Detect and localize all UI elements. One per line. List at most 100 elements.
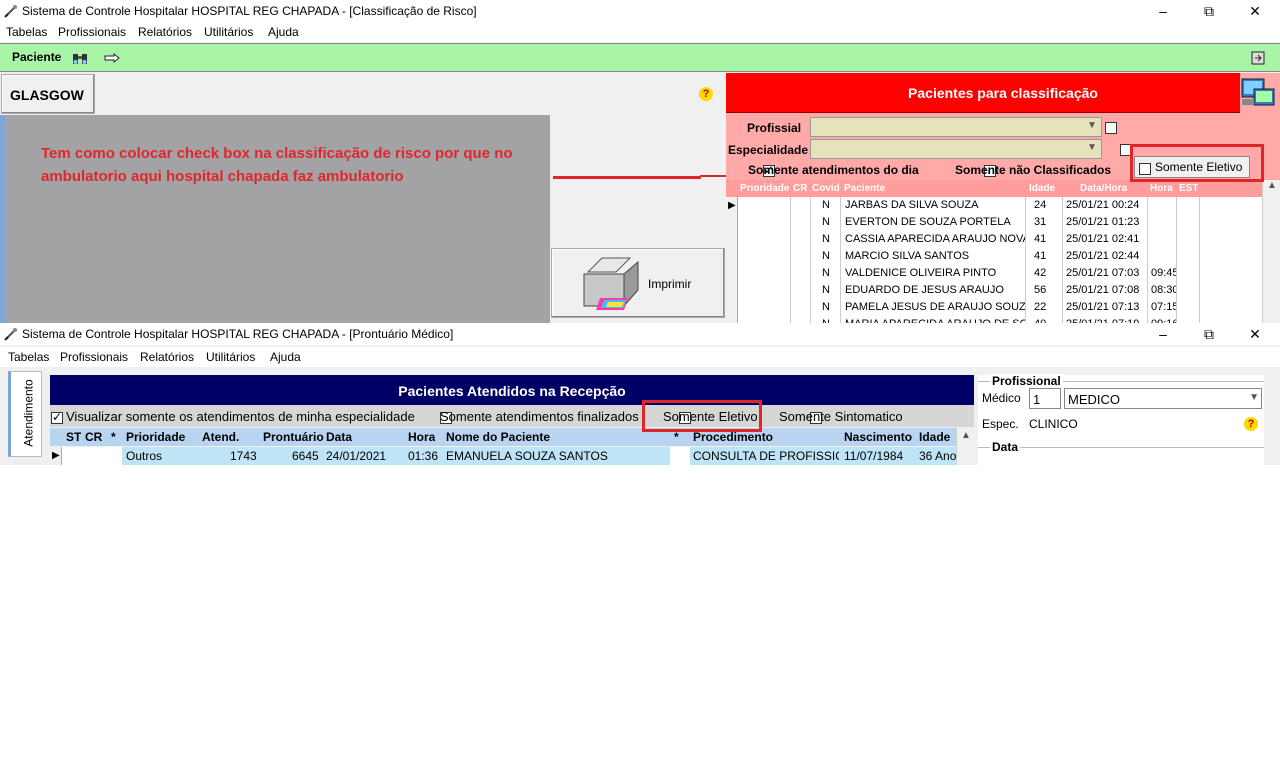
title-bar: Sistema de Controle Hospitalar HOSPITAL …: [0, 0, 1280, 22]
menu-profissionais[interactable]: Profissionais: [58, 25, 126, 39]
finalizados-label[interactable]: Somente atendimentos finalizados: [440, 409, 639, 424]
menu-profissionais[interactable]: Profissionais: [60, 350, 128, 364]
help-icon[interactable]: ?: [1244, 417, 1258, 431]
cell-covid: N: [822, 284, 830, 296]
cell-idade: 24: [1034, 199, 1047, 211]
profissional-combo[interactable]: ▼: [810, 117, 1102, 137]
especialidade-label[interactable]: Visualizar somente os atendimentos de mi…: [66, 409, 415, 424]
annotation-line: [553, 176, 701, 179]
computer-network-icon[interactable]: [1240, 75, 1276, 111]
table-row[interactable]: N MARCIO SILVA SANTOS 41 25/01/21 02:44: [726, 248, 1262, 265]
menu-tabelas[interactable]: Tabelas: [6, 25, 47, 39]
menu-relatorios[interactable]: Relatórios: [138, 25, 192, 39]
profissional-checkbox[interactable]: [1105, 121, 1117, 134]
annotation-text: Tem como colocar check box na classifica…: [41, 145, 513, 185]
menu-ajuda[interactable]: Ajuda: [270, 350, 301, 364]
col-covid[interactable]: Covid: [812, 183, 840, 194]
col-data[interactable]: Data: [326, 430, 352, 444]
cell-covid: N: [822, 199, 830, 211]
menu-utilitarios[interactable]: Utilitários: [206, 350, 255, 364]
glasgow-button[interactable]: GLASGOW: [1, 74, 95, 114]
table-row[interactable]: ▶ Outros 1743 6645 24/01/2021 01:36 EMAN…: [50, 447, 956, 465]
minimize-button[interactable]: –: [1140, 325, 1186, 343]
cell-paciente: PAMELA JESUS DE ARAUJO SOUZA: [845, 301, 1025, 313]
col-nascimento[interactable]: Nascimento: [844, 430, 912, 444]
cell-paciente: EDUARDO DE JESUS ARAUJO: [845, 284, 1004, 296]
menu-relatorios[interactable]: Relatórios: [140, 350, 194, 364]
pointing-hand-icon[interactable]: [104, 50, 120, 66]
scroll-up-icon[interactable]: ▲: [1267, 180, 1277, 191]
col-datahora[interactable]: Data/Hora: [1080, 183, 1127, 194]
pacientes-grid-header: ST CR * Prioridade Atend. Prontuário Dat…: [50, 428, 956, 446]
grid-scrollbar[interactable]: ▲: [956, 428, 974, 465]
medico-select[interactable]: MEDICO ▼: [1064, 388, 1262, 409]
cell-datahora: 25/01/21 07:08: [1066, 284, 1140, 296]
cell-idade: 31: [1034, 216, 1047, 228]
highlight-box-eletivo: [1130, 144, 1264, 182]
col-star-2[interactable]: *: [674, 430, 679, 444]
cell-idade: 36 Anos: [919, 449, 956, 463]
cell-datahora: 25/01/21 07:03: [1066, 267, 1140, 279]
col-nome[interactable]: Nome do Paciente: [446, 430, 550, 444]
classificacao-risco-window: Sistema de Controle Hospitalar HOSPITAL …: [0, 0, 1280, 323]
col-est[interactable]: EST: [1179, 183, 1198, 194]
table-row[interactable]: N VALDENICE OLIVEIRA PINTO 42 25/01/21 07:0…: [726, 265, 1262, 282]
table-row[interactable]: N JARBAS DA SILVA SOUZA 24 25/01/21 00:24: [726, 197, 1262, 214]
table-row[interactable]: N EVERTON DE SOUZA PORTELA 31 25/01/21 01:2…: [726, 214, 1262, 231]
classificacao-grid[interactable]: ▶ N JARBAS DA SILVA SOUZA 24 25/01/21 00:24…: [726, 197, 1262, 323]
col-hora[interactable]: Hora: [408, 430, 435, 444]
col-idade[interactable]: Idade: [1029, 183, 1055, 194]
table-row[interactable]: N CASSIA APARECIDA ARAUJO NOVA 41 25/01/21 …: [726, 231, 1262, 248]
restore-button[interactable]: ⧉: [1186, 2, 1232, 20]
col-prontuario[interactable]: Prontuário: [263, 430, 324, 444]
close-button[interactable]: ✕: [1232, 2, 1278, 20]
cell-datahora: 25/01/21 01:23: [1066, 216, 1140, 228]
col-prioridade[interactable]: Prioridade: [740, 183, 789, 194]
col-cr[interactable]: CR: [793, 183, 807, 194]
minimize-button[interactable]: –: [1140, 2, 1186, 20]
imprimir-button[interactable]: Imprimir: [551, 248, 725, 318]
menu-utilitarios[interactable]: Utilitários: [204, 25, 253, 39]
cell-hora: 07:15: [1151, 301, 1176, 313]
somente-dia-label[interactable]: Somente atendimentos do dia: [748, 163, 919, 177]
medico-label: Médico: [982, 391, 1021, 405]
col-procedimento[interactable]: Procedimento: [693, 430, 773, 444]
tab-atendimento[interactable]: Atendimento: [8, 371, 42, 457]
col-hora[interactable]: Hora: [1150, 183, 1173, 194]
exit-icon[interactable]: [1250, 50, 1266, 66]
scroll-up-icon[interactable]: ▲: [961, 430, 971, 441]
restore-button[interactable]: ⧉: [1186, 325, 1232, 343]
col-paciente[interactable]: Paciente: [844, 183, 885, 194]
chevron-down-icon[interactable]: ▼: [1249, 392, 1259, 403]
col-cr[interactable]: CR: [85, 430, 102, 444]
especialidade-checkbox[interactable]: [51, 410, 63, 424]
col-prioridade[interactable]: Prioridade: [126, 430, 185, 444]
chevron-down-icon[interactable]: ▼: [1085, 142, 1099, 156]
menu-tabelas[interactable]: Tabelas: [8, 350, 49, 364]
help-icon[interactable]: ?: [699, 87, 713, 101]
chevron-down-icon[interactable]: ▼: [1085, 120, 1099, 134]
title-bar: Sistema de Controle Hospitalar HOSPITAL …: [0, 323, 1280, 345]
cell-hora: 08:30: [1151, 284, 1176, 296]
medico-code-input[interactable]: 1: [1029, 388, 1061, 409]
table-row[interactable]: NMARIA APARECIDA ARAUJO DE SOU4025/01/21…: [726, 316, 1262, 323]
cell-idade: 22: [1034, 301, 1047, 313]
col-st[interactable]: ST: [66, 430, 81, 444]
somente-nao-classificados-label[interactable]: Somente não Classificados: [955, 163, 1111, 177]
sintomatico-label[interactable]: Somente Sintomatico: [779, 409, 903, 424]
paciente-toolbar-label[interactable]: Paciente: [12, 50, 61, 64]
table-row[interactable]: N EDUARDO DE JESUS ARAUJO 56 25/01/21 07:08…: [726, 282, 1262, 299]
grid-scrollbar[interactable]: ▲: [1262, 180, 1280, 323]
table-row[interactable]: N PAMELA JESUS DE ARAUJO SOUZA 22 25/01/21 …: [726, 299, 1262, 316]
col-star[interactable]: *: [111, 430, 116, 444]
grid-header: Prioridade CR Covid Paciente Idade Data/…: [726, 180, 1262, 197]
pacientes-panel-title: Pacientes Atendidos na Recepção: [398, 383, 626, 399]
close-button[interactable]: ✕: [1232, 325, 1278, 343]
col-atend[interactable]: Atend.: [202, 430, 239, 444]
col-idade[interactable]: Idade: [919, 430, 950, 444]
especialidade-combo[interactable]: ▼: [810, 139, 1102, 159]
cell-datahora: 25/01/21 02:44: [1066, 250, 1140, 262]
menu-ajuda[interactable]: Ajuda: [268, 25, 299, 39]
cell-covid: N: [822, 233, 830, 245]
binoculars-icon[interactable]: [72, 50, 88, 66]
